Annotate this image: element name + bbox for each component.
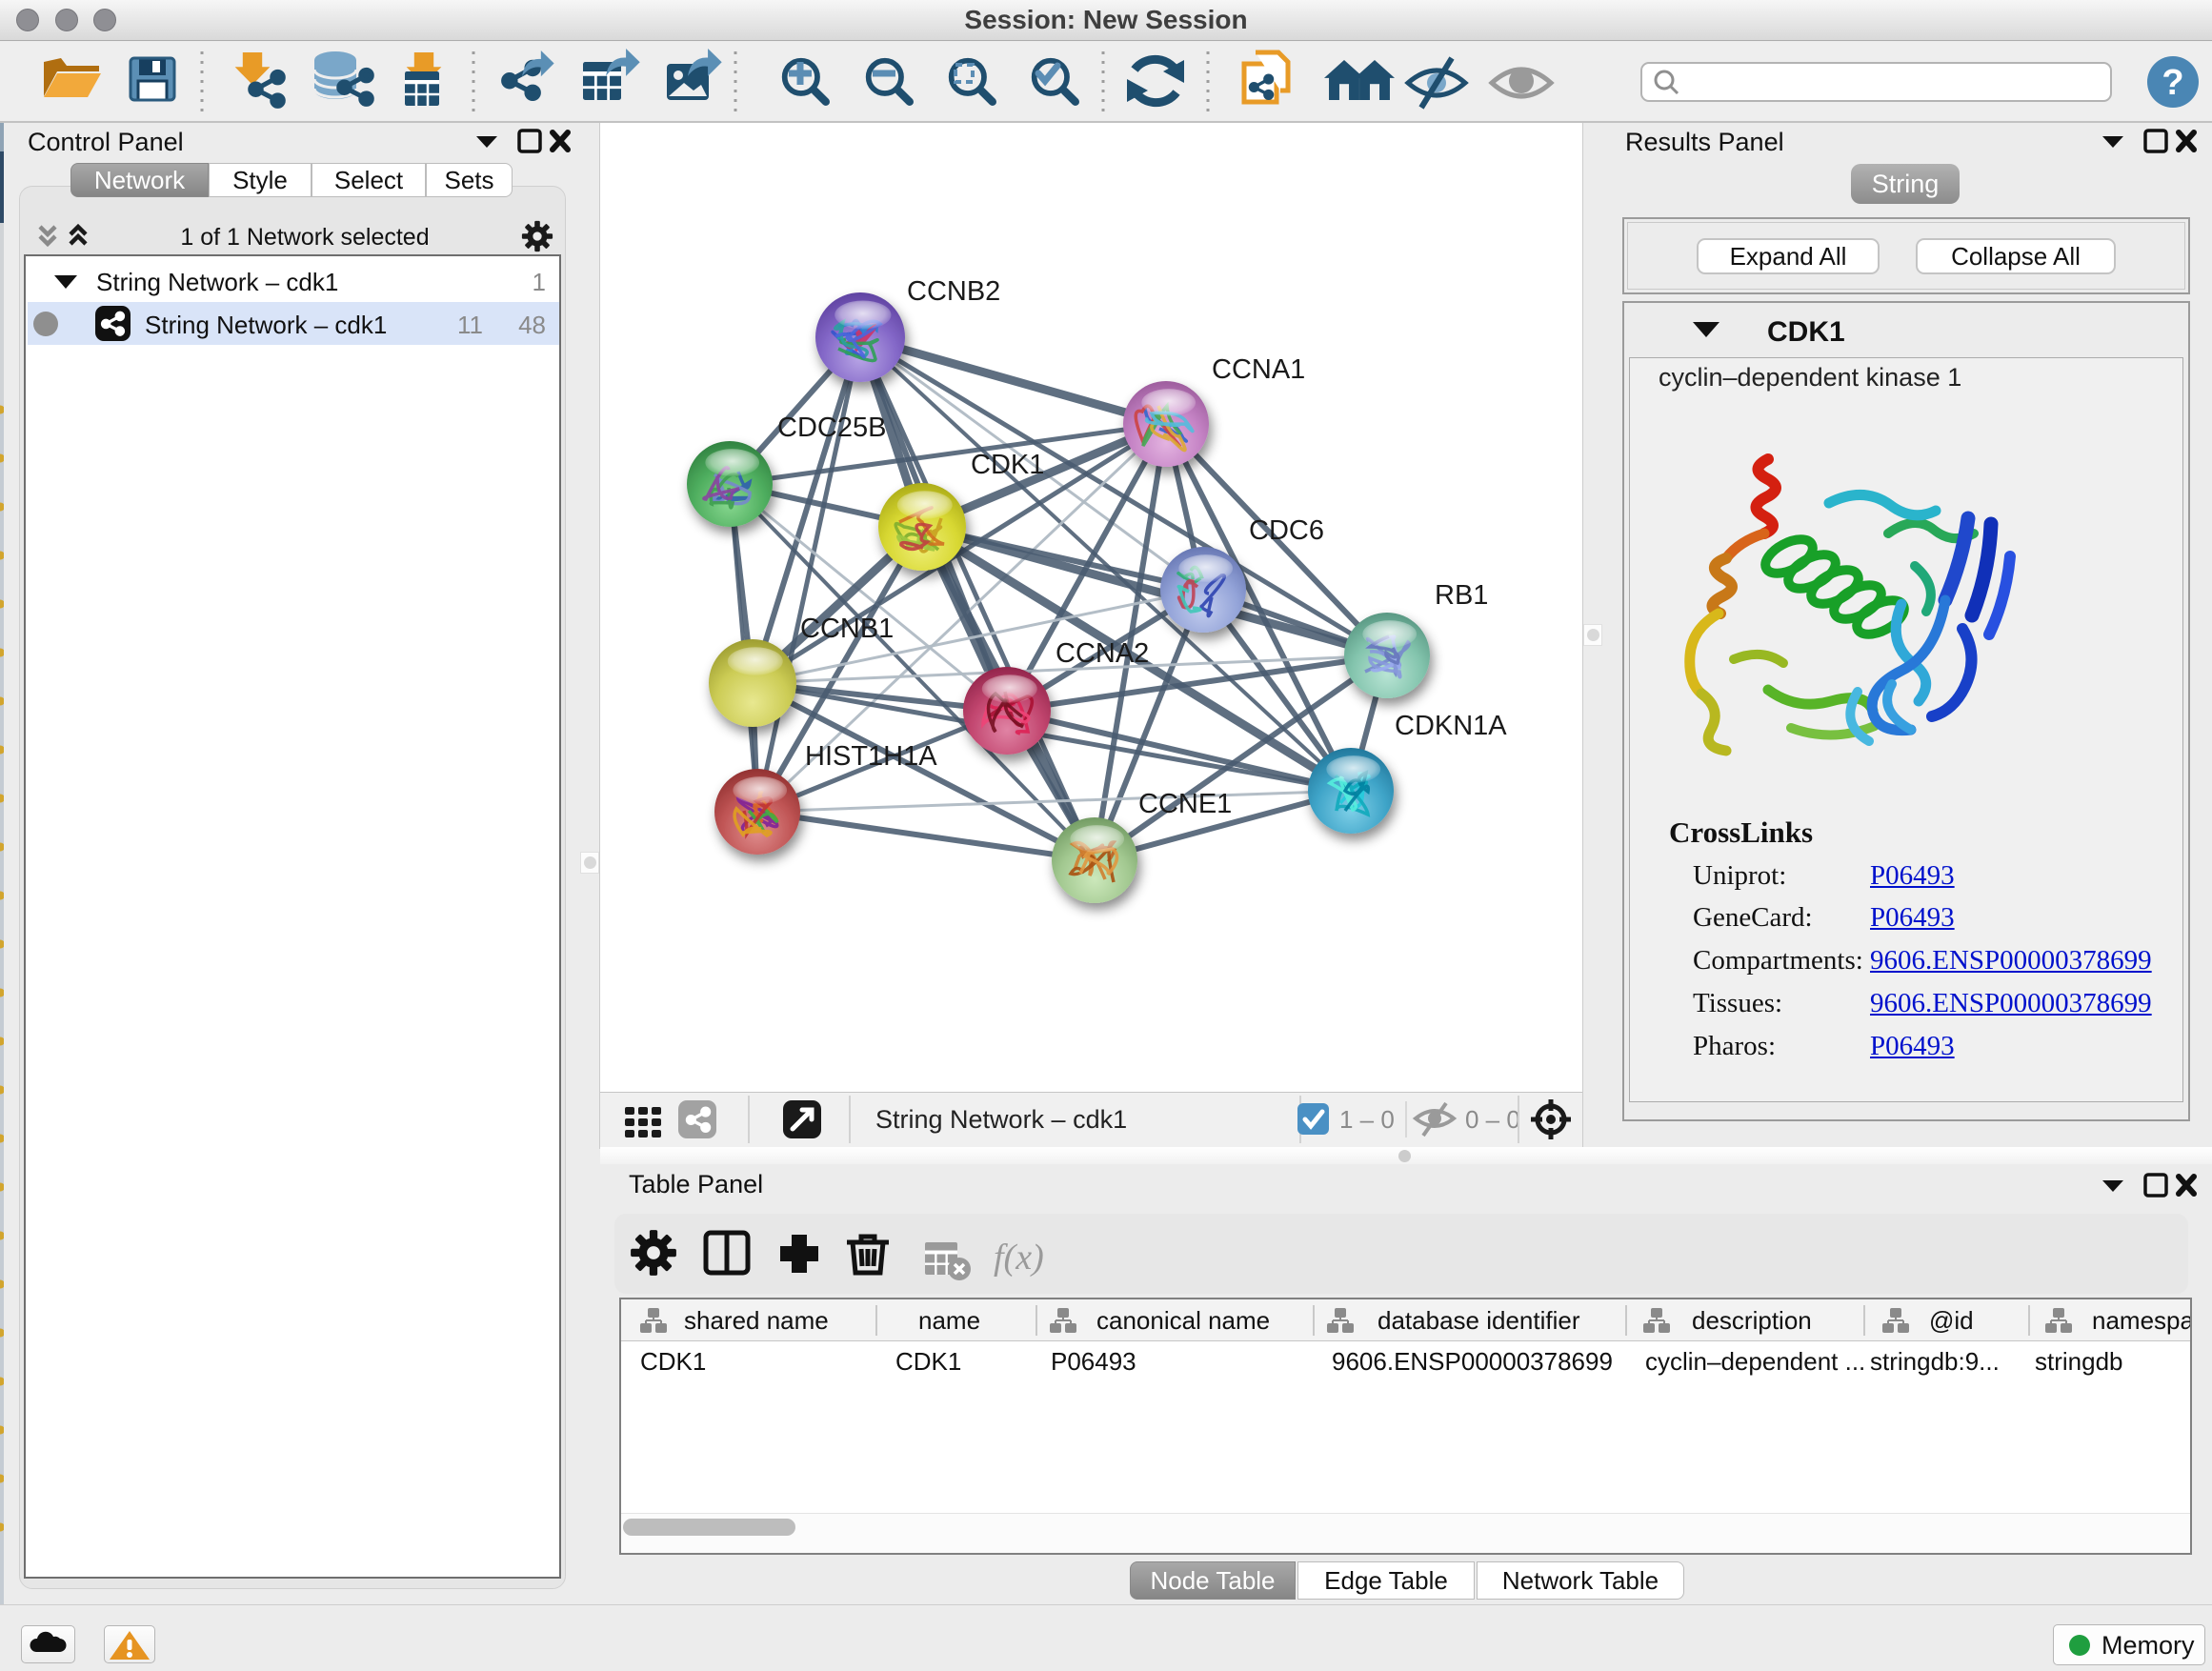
svg-text:CCNA2: CCNA2 — [1056, 638, 1149, 669]
svg-text:shared name: shared name — [684, 1306, 829, 1335]
svg-text:CDC25B: CDC25B — [777, 413, 886, 443]
svg-text:CDK1: CDK1 — [971, 450, 1044, 480]
svg-text:String Network – cdk1: String Network – cdk1 — [145, 311, 387, 339]
svg-text:stringdb:9...: stringdb:9... — [1870, 1347, 2000, 1376]
svg-text:9606.ENSP00000378699: 9606.ENSP00000378699 — [1332, 1347, 1613, 1376]
svg-text:CCNE1: CCNE1 — [1138, 789, 1232, 819]
svg-text:CDK1: CDK1 — [895, 1347, 961, 1376]
svg-text:description: description — [1692, 1306, 1812, 1335]
svg-text:@id: @id — [1929, 1306, 1974, 1335]
svg-text:canonical name: canonical name — [1096, 1306, 1270, 1335]
svg-text:RB1: RB1 — [1435, 580, 1488, 611]
svg-text:1: 1 — [533, 268, 546, 296]
svg-text:CCNB1: CCNB1 — [800, 614, 894, 644]
svg-text:0 – 0: 0 – 0 — [1465, 1105, 1520, 1134]
svg-text:1 of 1 Network selected: 1 of 1 Network selected — [180, 224, 429, 251]
svg-text:1 – 0: 1 – 0 — [1339, 1105, 1395, 1134]
svg-text:stringdb: stringdb — [2035, 1347, 2123, 1376]
svg-text:CDC6: CDC6 — [1249, 515, 1324, 546]
svg-text:11: 11 — [457, 311, 483, 339]
svg-text:namespace: namespace — [2092, 1306, 2190, 1335]
svg-text:CCNB2: CCNB2 — [907, 276, 1000, 307]
svg-text:String Network – cdk1: String Network – cdk1 — [875, 1105, 1127, 1134]
svg-text:f(x): f(x) — [994, 1238, 1044, 1278]
svg-text:CCNA1: CCNA1 — [1212, 354, 1305, 385]
svg-text:48: 48 — [518, 311, 546, 339]
svg-text:CDK1: CDK1 — [1767, 316, 1845, 348]
svg-text:P06493: P06493 — [1051, 1347, 1136, 1376]
svg-text:HIST1H1A: HIST1H1A — [805, 741, 937, 772]
svg-text:String Network – cdk1: String Network – cdk1 — [96, 268, 338, 296]
svg-text:CDK1: CDK1 — [640, 1347, 706, 1376]
svg-text:?: ? — [2162, 63, 2183, 103]
svg-text:cyclin–dependent ...: cyclin–dependent ... — [1645, 1347, 1865, 1376]
svg-text:CDKN1A: CDKN1A — [1395, 711, 1507, 741]
svg-text:name: name — [918, 1306, 980, 1335]
svg-text:database identifier: database identifier — [1377, 1306, 1580, 1335]
